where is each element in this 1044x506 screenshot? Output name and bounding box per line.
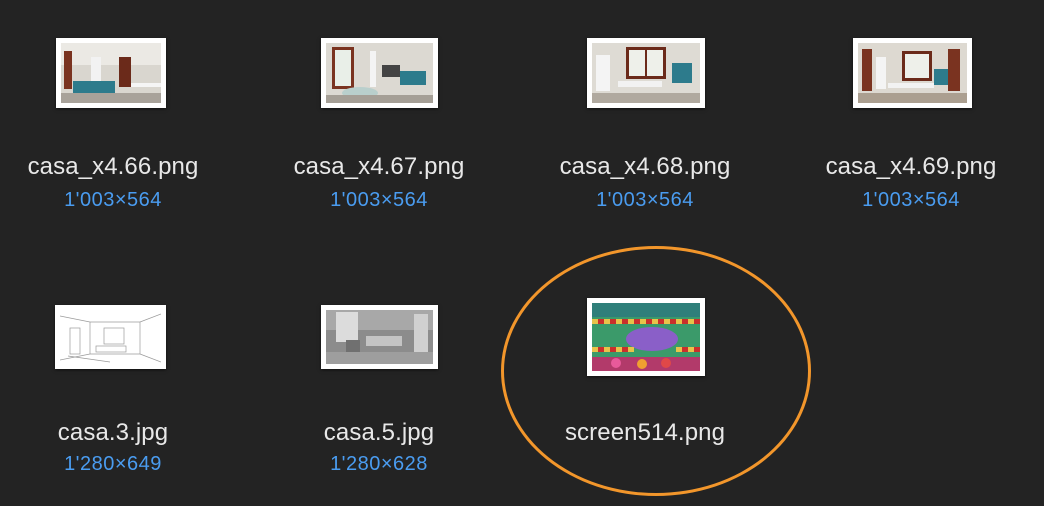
file-name: casa.5.jpg: [323, 419, 435, 446]
thumbnail[interactable]: [321, 305, 438, 369]
file-dimensions: 1'280×628: [330, 453, 428, 475]
room-render-icon: [858, 43, 967, 103]
file-name: casa_x4.69.png: [825, 153, 997, 180]
file-name: casa.3.jpg: [57, 419, 169, 446]
file-item[interactable]: casa.3.jpg 1'280×649: [0, 0, 233, 506]
file-item[interactable]: casa.5.jpg 1'280×628: [259, 0, 499, 506]
highlight-annotation: [501, 246, 811, 496]
file-dimensions: 1'003×564: [862, 189, 960, 211]
file-item[interactable]: casa_x4.69.png 1'003×564: [791, 0, 1031, 250]
thumbnail[interactable]: [853, 38, 972, 108]
line-drawing-icon: [60, 310, 161, 364]
grayscale-render-icon: [326, 310, 433, 364]
file-dimensions: 1'280×649: [64, 453, 162, 475]
thumbnail[interactable]: [55, 305, 166, 369]
file-grid: casa_x4.66.png 1'003×564 casa_x4.67.png …: [0, 0, 1044, 506]
